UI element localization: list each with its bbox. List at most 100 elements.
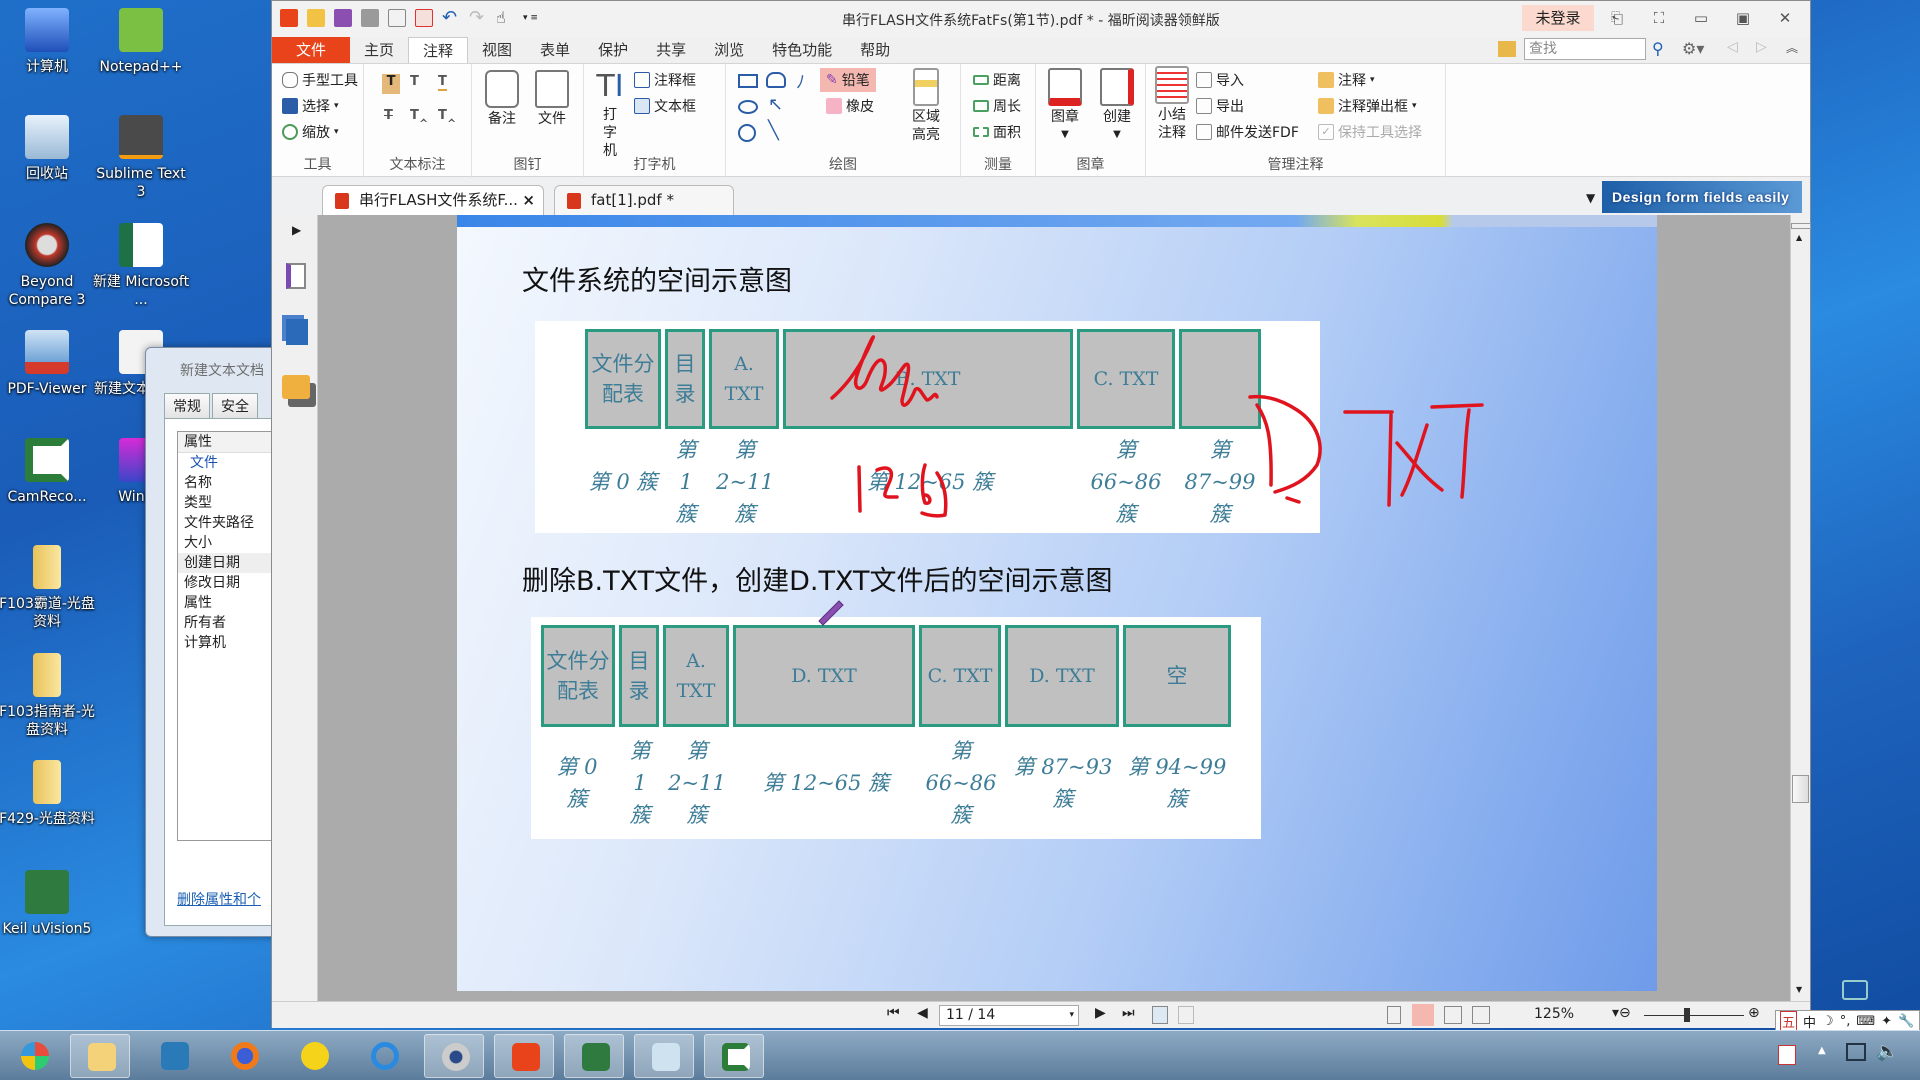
redo-icon[interactable]: ↷ — [469, 9, 487, 27]
file-attach-button[interactable]: 文件 — [530, 70, 574, 128]
doc-tab-fat[interactable]: fat[1].pdf * — [554, 185, 734, 215]
tab-form[interactable]: 表单 — [526, 37, 584, 63]
tab-comment[interactable]: 注释 — [408, 37, 469, 63]
continuous-page-icon[interactable] — [1412, 1004, 1434, 1026]
taskbar-browser[interactable] — [354, 1034, 414, 1078]
ime-toolbar[interactable]: 五 中 ☽ °, ⌨ ✦ 🔧 — [1775, 1010, 1920, 1032]
desktop-icon-folder-f429[interactable]: F429-光盘资料 — [0, 760, 97, 828]
taskbar-notepad[interactable] — [634, 1034, 694, 1078]
previous-view-icon[interactable] — [1152, 1006, 1168, 1024]
find-folder-icon[interactable] — [1498, 41, 1516, 57]
zoom-level[interactable]: 125% — [1534, 1006, 1574, 1022]
scroll-up-icon[interactable]: ▲ — [1796, 233, 1802, 242]
desktop-icon-excel[interactable]: 新建 Microsoft ... — [91, 223, 191, 309]
tab-help[interactable]: 帮助 — [846, 37, 904, 63]
close-tab-icon[interactable]: × — [522, 186, 535, 214]
expand-panel-icon[interactable]: ▶ — [292, 223, 301, 237]
strikeout-text-icon[interactable]: T — [384, 108, 393, 123]
zoom-button[interactable]: 缩放 ▾ — [282, 122, 339, 142]
distance-button[interactable]: 距离 — [973, 70, 1021, 90]
email-fdf-button[interactable]: 邮件发送FDF — [1196, 122, 1299, 142]
zoom-in-icon[interactable]: ⊕ — [1748, 1005, 1760, 1021]
scroll-thumb[interactable] — [1792, 775, 1809, 803]
stamp-button[interactable]: 图章 ▼ — [1042, 68, 1088, 144]
select-button[interactable]: 选择 ▾ — [282, 96, 339, 116]
forward-icon[interactable]: ▷ — [1756, 39, 1767, 55]
desktop-icon-recycle-bin[interactable]: 回收站 — [0, 115, 97, 183]
ime-skin-icon[interactable]: ✦ — [1881, 1014, 1892, 1029]
taskbar-powershell[interactable] — [144, 1034, 204, 1078]
desktop-icon-sublime[interactable]: Sublime Text 3 — [91, 115, 191, 201]
area-button[interactable]: 面积 — [973, 122, 1021, 142]
show-hidden-icons[interactable]: ▲ — [1818, 1045, 1826, 1056]
new-document-icon[interactable] — [415, 9, 433, 27]
line-tool-icon[interactable]: ╲ — [768, 120, 779, 141]
hand-tool-button[interactable]: 手型工具 — [282, 70, 358, 90]
search-input[interactable]: 查找 — [1524, 38, 1646, 60]
scroll-down-icon[interactable]: ▼ — [1796, 985, 1802, 994]
taskbar-foxit-reader[interactable] — [494, 1034, 554, 1078]
close-button[interactable]: ✕ — [1770, 7, 1800, 29]
back-icon[interactable]: ◁ — [1727, 39, 1738, 55]
keep-tool-selected-checkbox[interactable]: ✓ 保持工具选择 — [1318, 122, 1422, 142]
tab-home[interactable]: 主页 — [350, 37, 408, 63]
file-properties-window[interactable]: 新建文本文档 常规 安全 属性 文件 名称 类型 文件夹路径 大小 创建日期 修… — [145, 347, 297, 937]
taskbar-webcam[interactable] — [424, 1034, 484, 1078]
search-icon[interactable]: ⚲ — [1652, 39, 1664, 58]
desktop-icon-computer[interactable]: 计算机 — [0, 8, 97, 76]
collapse-ribbon-icon[interactable]: ︽ — [1786, 39, 1798, 56]
last-page-icon[interactable]: ⏭ — [1122, 1005, 1135, 1021]
desktop-icon-notepadpp[interactable]: Notepad++ — [91, 8, 191, 76]
tab-file[interactable]: 文件 — [272, 37, 350, 63]
taskbar-explorer[interactable] — [70, 1034, 130, 1078]
import-button[interactable]: 导入 — [1196, 70, 1244, 90]
underline-text-icon[interactable]: T — [438, 74, 447, 91]
desktop-icon-keil[interactable]: Keil uVision5 — [0, 870, 97, 938]
pencil-button[interactable]: ✎ 铅笔 — [820, 68, 876, 92]
ime-halfwidth-icon[interactable]: ☽ — [1822, 1014, 1834, 1029]
ime-chinese-mode[interactable]: 中 — [1803, 1012, 1816, 1031]
undo-icon[interactable]: ↶ — [442, 9, 460, 27]
page-number-input[interactable]: 11 / 14 ▾ — [939, 1005, 1079, 1026]
export-button[interactable]: 导出 — [1196, 96, 1244, 116]
previous-page-icon[interactable]: ◀ — [917, 1005, 928, 1021]
perimeter-button[interactable]: 周长 — [973, 96, 1021, 116]
polygon-tool-icon[interactable] — [738, 124, 756, 142]
typewriter-button[interactable]: TI 打字机 — [590, 68, 630, 160]
insert-text-icon[interactable]: T‸ — [438, 108, 456, 123]
desktop-icon-folder-f103-badao[interactable]: F103霸道-光盘资料 — [0, 545, 97, 631]
create-stamp-button[interactable]: 创建 ▼ — [1094, 68, 1140, 144]
properties-icon[interactable] — [388, 9, 406, 27]
rectangle-tool-icon[interactable] — [738, 74, 758, 88]
tab-view[interactable]: 视图 — [468, 37, 526, 63]
desktop-icon-folder-f103-zhinan[interactable]: F103指南者-光盘资料 — [0, 653, 97, 739]
zoom-slider[interactable] — [1644, 1015, 1744, 1016]
tab-protect[interactable]: 保护 — [584, 37, 642, 63]
facing-page-icon[interactable] — [1444, 1006, 1462, 1024]
taskbar-qq-music[interactable] — [284, 1034, 344, 1078]
doc-tab-active[interactable]: 串行FLASH文件系统F... × — [322, 185, 544, 215]
desktop-icon-pdf-viewer[interactable]: PDF-Viewer — [0, 330, 97, 398]
summarize-comments-button[interactable]: 小结注释 — [1152, 66, 1192, 142]
cloud-tool-icon[interactable] — [766, 72, 786, 88]
tab-browse[interactable]: 浏览 — [700, 37, 758, 63]
arrow-tool-icon[interactable]: ↖ — [768, 94, 783, 115]
continuous-facing-icon[interactable] — [1472, 1006, 1490, 1024]
ime-softkeyboard-icon[interactable]: ⌨ — [1856, 1014, 1875, 1029]
highlight-text-icon[interactable]: T — [382, 74, 400, 94]
polyline-tool-icon[interactable]: ﾉ — [796, 68, 805, 94]
taskbar-camtasia[interactable] — [704, 1034, 764, 1078]
vertical-scrollbar[interactable]: ▲ ▼ — [1790, 215, 1811, 1001]
taskbar-keil[interactable] — [564, 1034, 624, 1078]
tab-general[interactable]: 常规 — [164, 393, 210, 419]
ime-punctuation-icon[interactable]: °, — [1840, 1014, 1851, 1029]
squiggly-text-icon[interactable]: T — [410, 74, 419, 89]
tab-features[interactable]: 特色功能 — [758, 37, 846, 63]
zoom-slider-thumb[interactable] — [1684, 1008, 1690, 1022]
comment-popups-dropdown[interactable]: 注释弹出框 ▾ — [1318, 96, 1417, 116]
zoom-out-icon[interactable]: ▾⊖ — [1612, 1005, 1631, 1021]
desktop-icon-camrecorder[interactable]: CamReco... — [0, 438, 97, 506]
print-icon[interactable] — [361, 9, 379, 27]
first-page-icon[interactable]: ⏮ — [887, 1005, 900, 1021]
callout-button[interactable]: 注释框 — [634, 70, 696, 90]
